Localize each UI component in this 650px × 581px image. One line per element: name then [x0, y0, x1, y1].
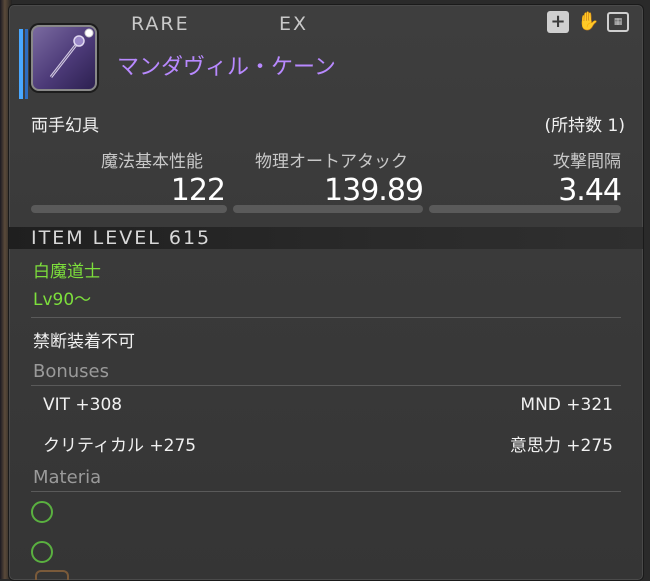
accent-bar-inner: [25, 29, 28, 99]
restriction-text: 禁断装着不可: [33, 332, 135, 352]
item-tooltip: RARE EX + ✋ ▦ マンダヴィル・ケーン 両手幻具 (所持数 1) 魔法…: [8, 4, 644, 581]
header-icons: + ✋ ▦: [547, 11, 629, 33]
stat-bar-delay: [429, 205, 621, 213]
materia-divider: [31, 491, 621, 492]
stat-label-auto-attack: 物理オートアタック: [255, 152, 408, 172]
plus-icon[interactable]: +: [547, 11, 569, 33]
materia-heading: Materia: [33, 467, 102, 488]
bonuses-heading: Bonuses: [33, 361, 110, 382]
stat-value-auto-attack: 139.89: [324, 173, 424, 208]
stat-label-delay: 攻撃間隔: [553, 152, 621, 172]
stat-label-magic-damage: 魔法基本性能: [101, 152, 203, 172]
bonus-vit: VIT +308: [43, 395, 123, 415]
bonus-determination: 意思力 +275: [509, 436, 613, 456]
bonuses-divider: [31, 385, 621, 386]
owned-count: (所持数 1): [544, 116, 625, 136]
stat-bar-magic-damage: [31, 205, 227, 213]
item-level: ITEM LEVEL 615: [31, 227, 212, 249]
materia-slot-1[interactable]: [31, 501, 53, 523]
stat-value-magic-damage: 122: [170, 173, 226, 208]
bonus-mnd: MND +321: [520, 395, 613, 415]
divider: [31, 317, 621, 318]
stat-bar-auto-attack: [233, 205, 423, 213]
job-requirement: 白魔道士: [33, 262, 101, 282]
stat-value-delay: 3.44: [558, 173, 622, 208]
hand-icon[interactable]: ✋: [577, 11, 599, 33]
level-requirement: Lv90～: [33, 290, 92, 310]
weapon-type: 両手幻具: [31, 116, 99, 136]
item-name: マンダヴィル・ケーン: [117, 55, 336, 80]
accent-bar: [19, 29, 23, 99]
rarity-label: RARE: [131, 13, 190, 35]
storage-icon[interactable]: ▦: [607, 12, 629, 32]
staff-icon[interactable]: [31, 25, 97, 91]
bonus-critical: クリティカル +275: [43, 436, 197, 456]
materia-slot-2[interactable]: [31, 541, 53, 563]
partial-slot: [35, 570, 69, 580]
tradability-label: EX: [279, 13, 309, 35]
